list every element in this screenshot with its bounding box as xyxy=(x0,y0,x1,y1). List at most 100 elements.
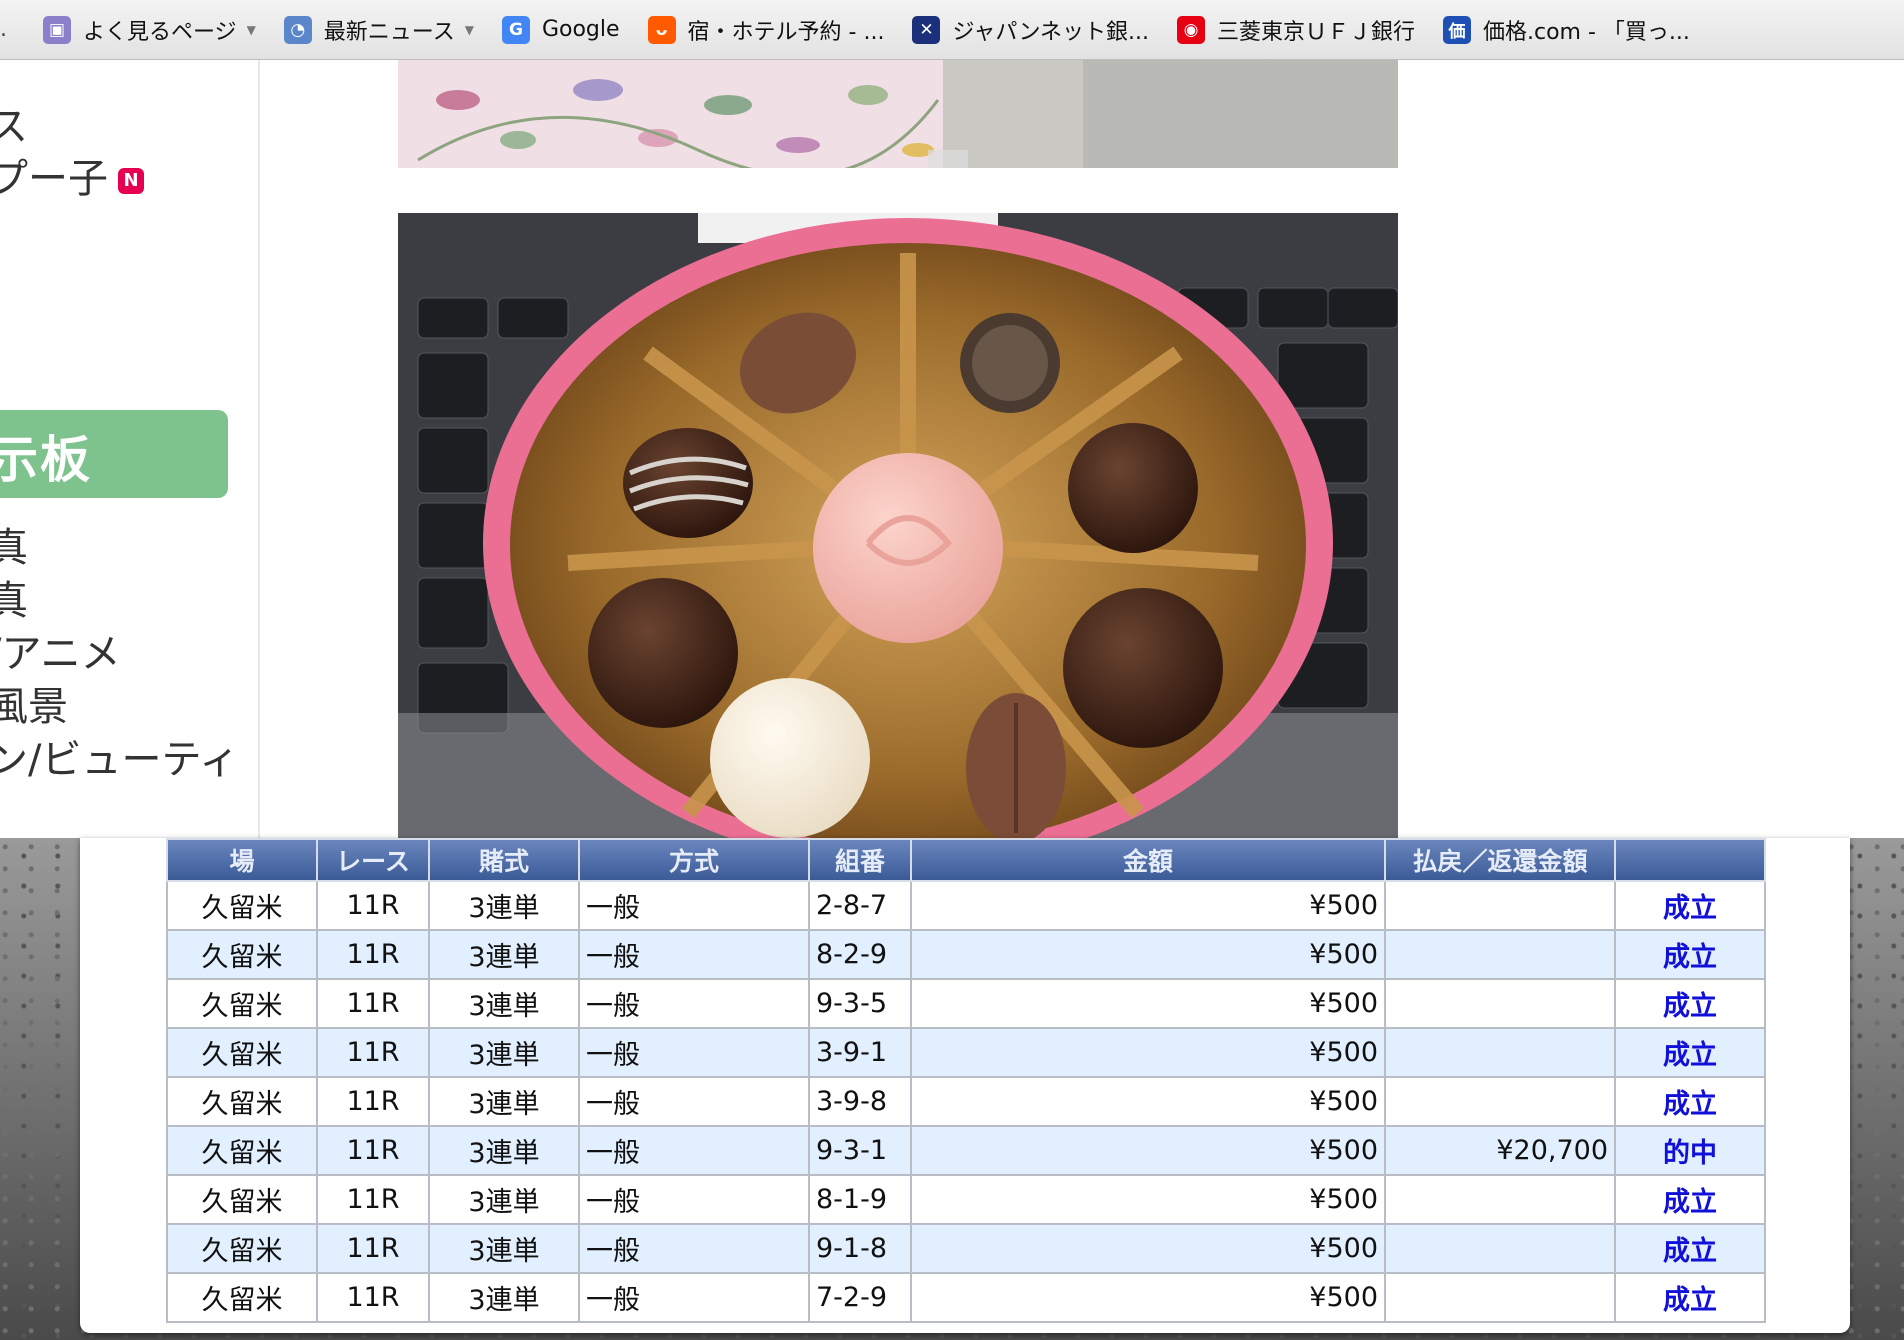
bookmark-label: 価格.com - 「買っ... xyxy=(1483,19,1690,45)
race-cell: 11R xyxy=(316,1223,430,1274)
status-cell[interactable]: 成立 xyxy=(1614,1076,1766,1127)
bet-type-cell: 3連単 xyxy=(428,929,580,980)
column-header: 場 xyxy=(166,838,318,882)
amount-cell: ¥500 xyxy=(910,978,1386,1029)
bookmark-label: Google xyxy=(541,17,620,42)
sidebar-item[interactable]: ス xyxy=(0,94,28,152)
race-cell: 11R xyxy=(316,1272,430,1323)
method-cell: 一般 xyxy=(578,929,810,980)
bookmark-label: 宿・ホテル予約 - ... xyxy=(687,19,885,45)
blog-sidebar: ス プー子 N 示板 真 真 /アニメ 風景 ン/ビューティ xyxy=(0,60,260,838)
amount-cell: ¥500 xyxy=(910,1076,1386,1127)
status-cell[interactable]: 成立 xyxy=(1614,1027,1766,1078)
venue-cell: 久留米 xyxy=(166,978,318,1029)
sidebar-item[interactable]: /アニメ xyxy=(0,621,121,679)
bookmark-item[interactable]: ᴗ 宿・ホテル予約 - ... xyxy=(647,0,885,59)
sidebar-item-label: ン/ビューティ xyxy=(0,737,240,783)
amount-cell: ¥500 xyxy=(910,1027,1386,1078)
bet-type-cell: 3連単 xyxy=(428,1125,580,1176)
venue-cell: 久留米 xyxy=(166,929,318,980)
status-cell[interactable]: 成立 xyxy=(1614,978,1766,1029)
combination-cell: 8-1-9 xyxy=(808,1174,912,1225)
bet-type-cell: 3連単 xyxy=(428,978,580,1029)
race-cell: 11R xyxy=(316,1174,430,1225)
venue-cell: 久留米 xyxy=(166,1125,318,1176)
table-row: 久留米 11R 3連単 一般 7-2-9 ¥500 成立 xyxy=(166,1272,1766,1323)
sidebar-item[interactable]: 真 xyxy=(0,515,28,573)
method-cell: 一般 xyxy=(578,1272,810,1323)
bank-icon: ✕ xyxy=(912,15,941,44)
status-cell[interactable]: 成立 xyxy=(1614,1272,1766,1323)
combination-cell: 2-8-7 xyxy=(808,880,912,931)
amount-cell: ¥500 xyxy=(910,1125,1386,1176)
rss-icon: ◔ xyxy=(283,15,312,44)
status-cell[interactable]: 成立 xyxy=(1614,1174,1766,1225)
new-badge: N xyxy=(118,168,144,194)
column-header: レース xyxy=(316,838,430,882)
combination-cell: 3-9-8 xyxy=(808,1076,912,1127)
sidebar-item-label: ス xyxy=(0,104,28,150)
combination-cell: 9-3-5 xyxy=(808,978,912,1029)
bookmark-item[interactable]: G Google xyxy=(501,0,620,59)
bookmark-item[interactable]: 価価格.com - 「買っ... xyxy=(1443,0,1690,59)
blog-page: ス プー子 N 示板 真 真 /アニメ 風景 ン/ビューティ xyxy=(0,60,1904,838)
hotel-icon: ᴗ xyxy=(647,15,676,44)
race-cell: 11R xyxy=(316,1125,430,1176)
bookmark-overflow[interactable]: . xyxy=(0,17,7,42)
payout-cell xyxy=(1384,1076,1616,1127)
sidebar-item-label: 真 xyxy=(0,525,28,571)
payout-cell xyxy=(1384,1174,1616,1225)
google-icon: G xyxy=(501,15,530,44)
bookmark-item[interactable]: ▣ よく見るページ ▼ xyxy=(43,0,256,59)
sidebar-section-header: 示板 xyxy=(0,410,228,498)
column-header: 方式 xyxy=(578,838,810,882)
bookmark-item[interactable]: ✕ ジャパンネット銀... xyxy=(912,0,1149,59)
status-cell[interactable]: 成立 xyxy=(1614,1223,1766,1274)
amount-cell: ¥500 xyxy=(910,880,1386,931)
method-cell: 一般 xyxy=(578,1223,810,1274)
sidebar-item[interactable]: 真 xyxy=(0,568,28,626)
method-cell: 一般 xyxy=(578,880,810,931)
sidebar-item[interactable]: ン/ビューティ xyxy=(0,727,239,785)
venue-cell: 久留米 xyxy=(166,1272,318,1323)
payout-cell: ¥20,700 xyxy=(1384,1125,1616,1176)
race-cell: 11R xyxy=(316,1027,430,1078)
mufg-icon: ◉ xyxy=(1176,15,1205,44)
race-cell: 11R xyxy=(316,978,430,1029)
sidebar-item-label: プー子 xyxy=(0,156,108,202)
payout-cell xyxy=(1384,880,1616,931)
sidebar-item-label: 真 xyxy=(0,578,28,624)
table-row: 久留米 11R 3連単 一般 3-9-1 ¥500 成立 xyxy=(166,1027,1766,1078)
venue-cell: 久留米 xyxy=(166,1174,318,1225)
bookmark-item[interactable]: ◔ 最新ニュース ▼ xyxy=(283,0,474,59)
table-row: 久留米 11R 3連単 一般 9-3-5 ¥500 成立 xyxy=(166,978,1766,1029)
amount-cell: ¥500 xyxy=(910,1223,1386,1274)
table-row: 久留米 11R 3連単 一般 9-3-1 ¥500 ¥20,700 的中 xyxy=(166,1125,1766,1176)
combination-cell: 9-1-8 xyxy=(808,1223,912,1274)
bookmark-label: ジャパンネット銀... xyxy=(952,19,1149,45)
payout-cell xyxy=(1384,1272,1616,1323)
bookmark-item[interactable]: ◉ 三菱東京ＵＦＪ銀行 xyxy=(1176,0,1415,59)
status-cell[interactable]: 的中 xyxy=(1614,1125,1766,1176)
status-cell[interactable]: 成立 xyxy=(1614,880,1766,931)
floral-photo-art xyxy=(398,60,1398,168)
amount-cell: ¥500 xyxy=(910,1272,1386,1323)
sidebar-item[interactable]: 風景 xyxy=(0,674,68,732)
status-cell[interactable]: 成立 xyxy=(1614,929,1766,980)
column-header: 組番 xyxy=(808,838,912,882)
method-cell: 一般 xyxy=(578,1027,810,1078)
race-cell: 11R xyxy=(316,929,430,980)
table-row: 久留米 11R 3連単 一般 8-1-9 ¥500 成立 xyxy=(166,1174,1766,1225)
bet-history-panel: 場レース 賭式 方式 組番 金額 払戻／返還金額 久留米 11R 3連単 一般 2-8-7 ¥500… xyxy=(80,838,1850,1333)
table-row: 久留米 11R 3連単 一般 8-2-9 ¥500 成立 xyxy=(166,929,1766,980)
blog-photo-chocolates xyxy=(398,213,1398,838)
sidebar-item-label: 風景 xyxy=(0,684,68,730)
bet-type-cell: 3連単 xyxy=(428,1272,580,1323)
sidebar-section-title: 示板 xyxy=(0,431,92,489)
kakaku-icon: 価 xyxy=(1443,15,1471,44)
sidebar-item[interactable]: プー子 N xyxy=(0,146,144,204)
bet-type-cell: 3連単 xyxy=(428,880,580,931)
column-header xyxy=(1614,838,1766,882)
payout-cell xyxy=(1384,929,1616,980)
bookmark-label: 三菱東京ＵＦＪ銀行 xyxy=(1216,19,1415,45)
